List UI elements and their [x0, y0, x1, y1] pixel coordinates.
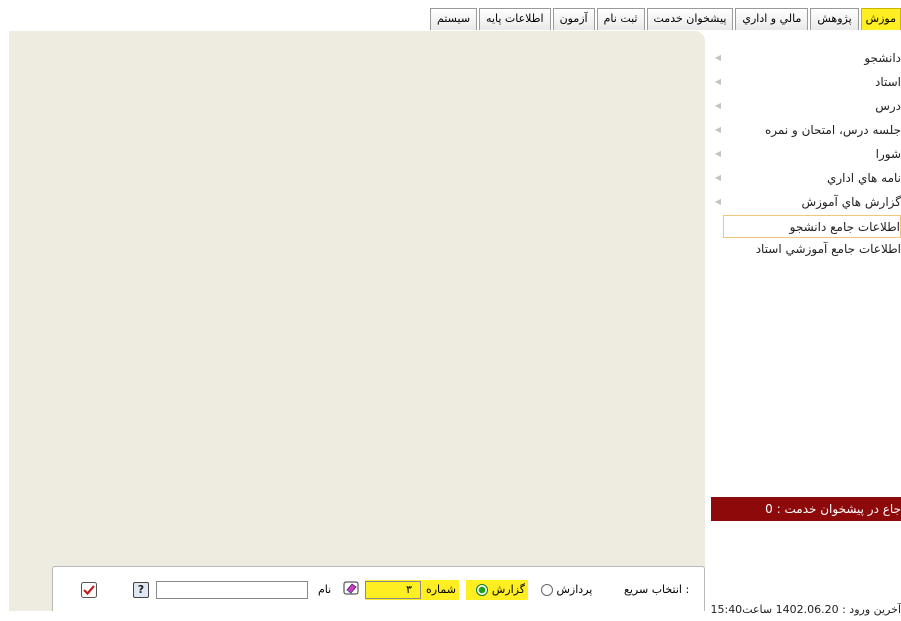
menu-item-student[interactable]: دانشجو ◀ — [711, 47, 901, 71]
menu-item-council[interactable]: شورا ◀ — [711, 143, 901, 167]
menu-item-label: دانشجو — [864, 51, 901, 65]
radio-process[interactable]: پردازش — [541, 580, 592, 600]
radio-report[interactable]: گزارش — [466, 580, 528, 600]
triangle-left-icon: ◀ — [714, 173, 722, 182]
menu-item-professor[interactable]: استاد ◀ — [711, 71, 901, 95]
service-desk-referral-status[interactable]: جاع در پيشخوان خدمت : 0 — [711, 497, 901, 521]
last-login-text: آخرين ورود : 1402.06.20 ساعت15:40 — [710, 603, 901, 616]
triangle-left-icon: ◀ — [714, 77, 722, 86]
triangle-left-icon: ◀ — [714, 197, 722, 206]
name-label: نام — [318, 583, 332, 596]
tab-registration[interactable]: ثبت نام — [596, 8, 645, 30]
content-panel — [9, 31, 705, 611]
checkmark-icon[interactable] — [81, 582, 97, 598]
menu-item-education-reports[interactable]: گزارش هاي آموزش ◀ — [711, 191, 901, 215]
quick-select-label: انتخاب سريع : — [624, 583, 690, 596]
tab-finance-admin[interactable]: مالي و اداري — [735, 8, 809, 30]
tab-basic-info[interactable]: اطلاعات پايه — [479, 8, 551, 30]
menu-item-label: استاد — [874, 75, 901, 89]
menu-item-label: اطلاعات جامع آموزشي استاد — [755, 242, 901, 256]
radio-process-circle[interactable] — [541, 584, 553, 596]
menu-item-student-info[interactable]: اطلاعات جامع دانشجو — [723, 215, 901, 238]
quick-select-bar: انتخاب سريع : پردازش گزارش شماره ۳ نام ? — [52, 566, 705, 611]
tab-education[interactable]: موزش — [860, 8, 901, 30]
triangle-left-icon: ◀ — [714, 101, 722, 110]
triangle-left-icon: ◀ — [714, 53, 722, 62]
menu-item-session-exam-grade[interactable]: جلسه درس، امتحان و نمره ◀ — [711, 119, 901, 143]
number-input[interactable]: ۳ — [365, 581, 421, 599]
menu-item-admin-letters[interactable]: نامه هاي اداري ◀ — [711, 167, 901, 191]
menu-item-label: شورا — [875, 147, 901, 161]
menu-item-label: درس — [875, 99, 901, 113]
help-icon[interactable]: ? — [133, 582, 149, 598]
radio-report-label: گزارش — [491, 583, 525, 596]
menu-item-label: گزارش هاي آموزش — [801, 195, 901, 209]
triangle-left-icon: ◀ — [714, 149, 722, 158]
menu-item-course[interactable]: درس ◀ — [711, 95, 901, 119]
side-menu: دانشجو ◀ استاد ◀ درس ◀ جلسه درس، امتحان … — [711, 47, 901, 262]
tab-system[interactable]: سيستم — [430, 8, 478, 30]
radio-process-label: پردازش — [556, 583, 593, 596]
tab-service-desk[interactable]: پيشخوان خدمت — [646, 8, 734, 30]
menu-item-label: جلسه درس، امتحان و نمره — [764, 123, 901, 137]
menu-item-label: اطلاعات جامع دانشجو — [789, 220, 900, 234]
triangle-left-icon: ◀ — [714, 125, 722, 134]
eraser-icon[interactable] — [343, 580, 359, 596]
menu-item-label: نامه هاي اداري — [826, 171, 901, 185]
top-tab-bar: موزش پژوهش مالي و اداري پيشخوان خدمت ثبت… — [428, 6, 901, 30]
tab-research[interactable]: پژوهش — [810, 8, 859, 30]
radio-report-circle[interactable] — [476, 584, 489, 596]
number-field-group: شماره ۳ — [365, 580, 459, 600]
menu-item-professor-info[interactable]: اطلاعات جامع آموزشي استاد — [711, 238, 901, 262]
tab-exam[interactable]: آزمون — [552, 8, 595, 30]
number-label: شماره — [425, 583, 456, 596]
name-input[interactable] — [156, 581, 308, 599]
